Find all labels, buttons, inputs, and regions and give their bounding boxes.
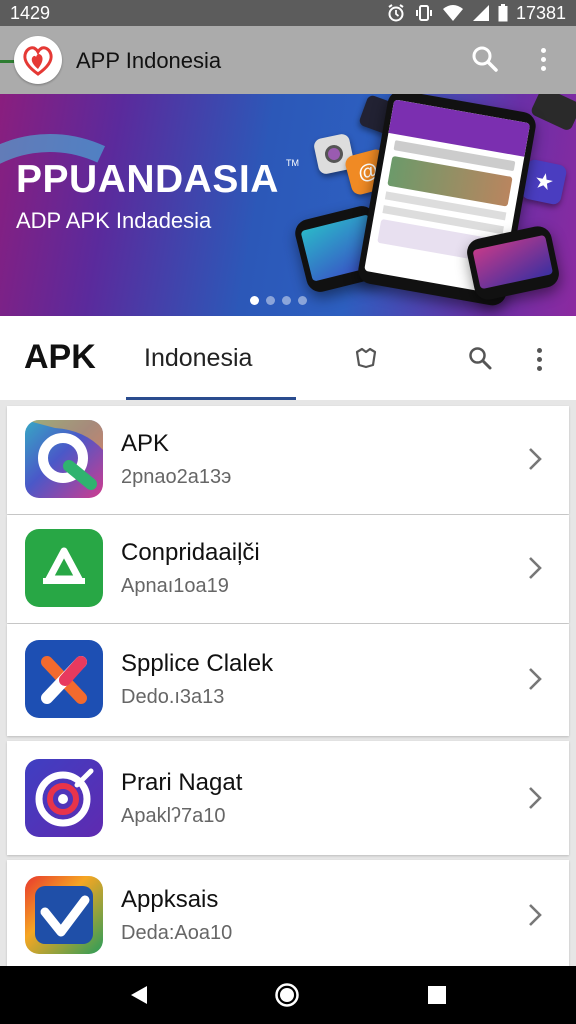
app-name: Prari Nagat [121, 769, 243, 796]
banner-title: PPUANDASIA [16, 158, 279, 201]
list-item[interactable]: Prari Nagat Apaklʔ7a10 [7, 741, 569, 855]
banner-swoosh [0, 97, 217, 316]
chevron-right-icon [529, 904, 542, 926]
list-item[interactable]: APK 2pnao2a13э [7, 406, 569, 514]
search-icon[interactable] [464, 342, 496, 374]
app-subtitle: 2pnao2a13э [121, 466, 232, 488]
status-clock-right: 17381 [515, 2, 566, 23]
floating-top-phone [529, 94, 576, 132]
status-icons: 17381 [386, 3, 566, 24]
app-name: Spplice Clalek [121, 650, 274, 677]
list-item[interactable]: Spplice Clalek Dedo.ı3a13 [7, 624, 569, 736]
list-item[interactable]: Appksais Deda:Aoa10 [7, 860, 569, 966]
wifi-icon [442, 4, 464, 22]
banner-subtitle: ADP APK Indadesia [16, 208, 212, 233]
app-subtitle: Apaklʔ7a10 [121, 805, 226, 827]
tab-indonesia[interactable]: Indonesia [126, 316, 296, 400]
chevron-right-icon [529, 668, 542, 690]
brand-label: APK [24, 338, 96, 376]
shield-icon[interactable] [350, 342, 382, 374]
a-app-icon [25, 529, 103, 607]
chevron-right-icon [529, 448, 542, 470]
list-item[interactable]: Conpridaaiļči Apnaı1oa19 [7, 515, 569, 623]
x-app-icon [25, 640, 103, 718]
tab-label: Indonesia [144, 344, 253, 372]
flame-heart-icon [23, 46, 53, 76]
app-subtitle: Apnaı1oa19 [121, 575, 229, 597]
app-name: Conpridaaiļči [121, 539, 260, 566]
home-icon[interactable] [272, 980, 302, 1010]
pager-dot[interactable] [266, 296, 275, 305]
more-vert-icon[interactable] [528, 42, 558, 76]
more-vert-icon[interactable] [528, 344, 550, 374]
recents-icon[interactable] [422, 980, 452, 1010]
battery-icon [498, 4, 508, 22]
alarm-icon [386, 3, 406, 23]
chevron-right-icon [529, 787, 542, 809]
vibrate-icon [414, 3, 434, 23]
app-title: APP Indonesia [76, 48, 222, 73]
chevron-right-icon [529, 557, 542, 579]
app-list: APK 2pnao2a13э Conpridaaiļči Apnaı1oa19 … [0, 400, 576, 966]
app-logo[interactable] [14, 36, 62, 84]
signal-icon [472, 4, 490, 22]
banner-trademark: TM [286, 158, 299, 168]
status-bar: 1429 17381 [0, 0, 576, 26]
app-subtitle: Dedo.ı3a13 [121, 686, 225, 708]
promo-banner[interactable]: @ ★ PPUANDASIA TM ADP APK Indadesia [0, 94, 576, 316]
search-icon[interactable] [468, 42, 502, 76]
back-icon[interactable] [124, 980, 154, 1010]
pager-dot[interactable] [298, 296, 307, 305]
check-app-icon [25, 876, 103, 954]
banner-pager[interactable] [250, 296, 307, 305]
app-subtitle: Deda:Aoa10 [121, 922, 233, 944]
app-name: Appksais [121, 886, 219, 913]
app-bar: APP Indonesia [0, 26, 576, 94]
system-nav-bar [0, 966, 576, 1024]
pager-dot[interactable] [282, 296, 291, 305]
target-app-icon [25, 759, 103, 837]
pager-dot[interactable] [250, 296, 259, 305]
tab-bar: APK Indonesia [0, 316, 576, 400]
q-app-icon [25, 420, 103, 498]
status-time: 1429 [10, 2, 51, 23]
app-name: APK [121, 430, 170, 457]
